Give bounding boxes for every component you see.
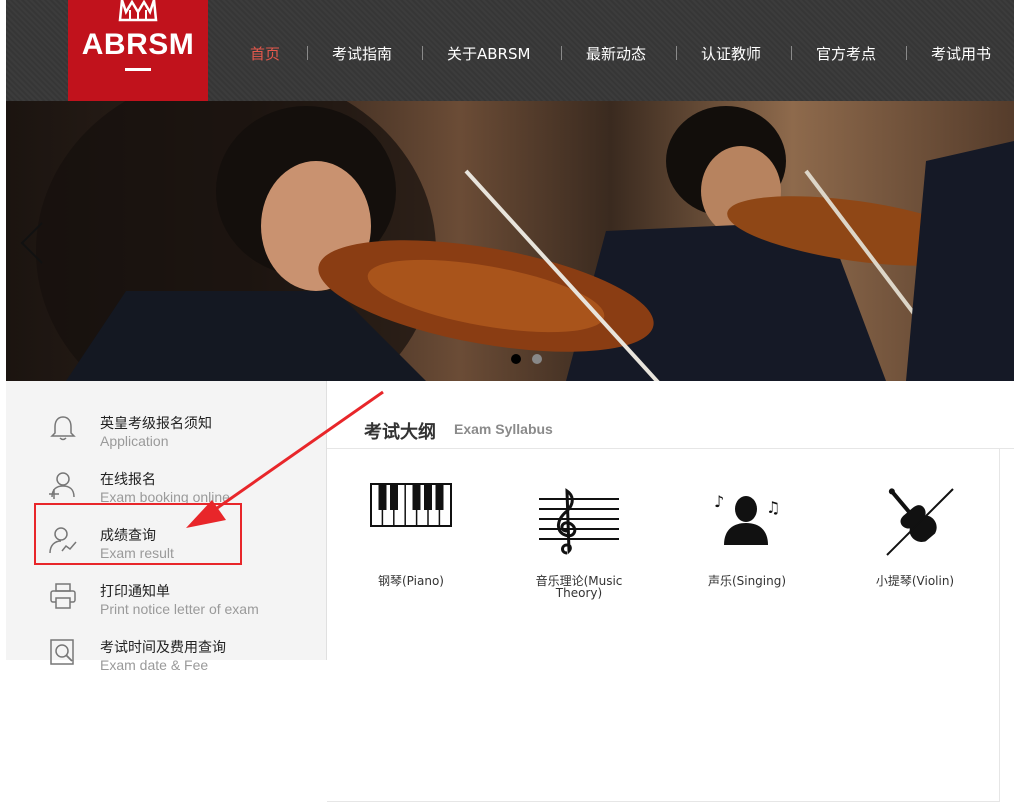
nav-divider xyxy=(676,46,677,60)
syllabus-item-next-row[interactable] xyxy=(663,625,832,802)
piano-icon xyxy=(370,483,452,527)
nav-item-exam-guide[interactable]: 考试指南 xyxy=(332,43,392,64)
user-add-icon xyxy=(49,472,75,499)
sidebar-item-label: 打印通知单 xyxy=(100,584,170,600)
logo-underline xyxy=(125,68,151,71)
svg-text:♪: ♪ xyxy=(714,492,724,511)
nav-divider xyxy=(422,46,423,60)
banner-dot[interactable] xyxy=(511,354,521,364)
abrsm-logo[interactable]: ABRSM xyxy=(68,0,208,101)
syllabus-item-next-row[interactable] xyxy=(495,625,664,802)
banner-pagination xyxy=(511,349,548,368)
nav-item-books[interactable]: 考试用书 xyxy=(931,43,991,64)
hero-banner xyxy=(6,101,1014,381)
syllabus-item-next-row[interactable] xyxy=(327,625,496,802)
sidebar-item-label: 英皇考级报名须知 xyxy=(100,416,212,432)
nav-divider xyxy=(307,46,308,60)
nav-item-news[interactable]: 最新动态 xyxy=(586,43,646,64)
syllabus-item-label: 钢琴(Piano) xyxy=(378,574,444,588)
sidebar-item-sublabel: Exam date & Fee xyxy=(100,657,209,673)
sidebar-item-label: 考试时间及费用查询 xyxy=(100,640,226,656)
syllabus-title: 考试大纲 xyxy=(364,422,436,443)
sidebar-item-sublabel: Application xyxy=(100,433,169,449)
nav-divider xyxy=(791,46,792,60)
treble-clef-icon xyxy=(539,488,619,555)
sidebar-item-sublabel: Print notice letter of exam xyxy=(100,601,259,617)
banner-prev-arrow-icon[interactable] xyxy=(16,219,48,267)
syllabus-item-next-row[interactable] xyxy=(831,625,1000,802)
nav-divider xyxy=(906,46,907,60)
syllabus-item-label: 音乐理论(Music Theory) xyxy=(535,574,623,600)
bell-icon xyxy=(50,416,76,441)
syllabus-item-violin[interactable]: 小提琴(Violin) xyxy=(831,449,1000,626)
crown-icon xyxy=(118,0,158,22)
sidebar-item-label: 在线报名 xyxy=(100,472,156,488)
sidebar-item-print-notice[interactable]: 打印通知单 Print notice letter of exam xyxy=(6,573,326,629)
violin-icon xyxy=(886,488,954,556)
banner-image xyxy=(36,101,1014,381)
syllabus-item-singing[interactable]: ♪ ♫ 声乐(Singing) xyxy=(663,449,832,626)
banner-dot[interactable] xyxy=(532,354,543,364)
svg-text:♫: ♫ xyxy=(766,498,780,517)
search-doc-icon xyxy=(50,639,74,665)
syllabus-subtitle: Exam Syllabus xyxy=(454,421,553,437)
nav-item-home[interactable]: 首页 xyxy=(250,43,280,64)
nav-item-teachers[interactable]: 认证教师 xyxy=(701,43,761,64)
nav-item-venues[interactable]: 官方考点 xyxy=(816,43,876,64)
nav-item-about[interactable]: 关于ABRSM xyxy=(447,43,530,64)
syllabus-item-piano[interactable]: 钢琴(Piano) xyxy=(327,449,496,626)
annotation-highlight-box xyxy=(34,503,242,565)
printer-icon xyxy=(50,583,76,609)
singer-icon: ♪ ♫ xyxy=(714,492,780,545)
logo-text: ABRSM xyxy=(81,28,195,61)
syllabus-item-music-theory[interactable]: 音乐理论(Music Theory) xyxy=(495,449,664,626)
syllabus-item-label: 声乐(Singing) xyxy=(707,574,787,588)
nav-divider xyxy=(561,46,562,60)
syllabus-grid: 钢琴(Piano) 音乐理论(Music Theory) ♪ ♫ 声乐(Sing… xyxy=(327,448,1014,802)
sidebar-item-application[interactable]: 英皇考级报名须知 Application xyxy=(6,405,326,461)
sidebar-item-exam-date-fee[interactable]: 考试时间及费用查询 Exam date & Fee xyxy=(6,629,326,685)
main-nav: 首页 考试指南 关于ABRSM 最新动态 认证教师 官方考点 考试用书 xyxy=(230,43,1014,65)
syllabus-item-label: 小提琴(Violin) xyxy=(875,574,955,588)
